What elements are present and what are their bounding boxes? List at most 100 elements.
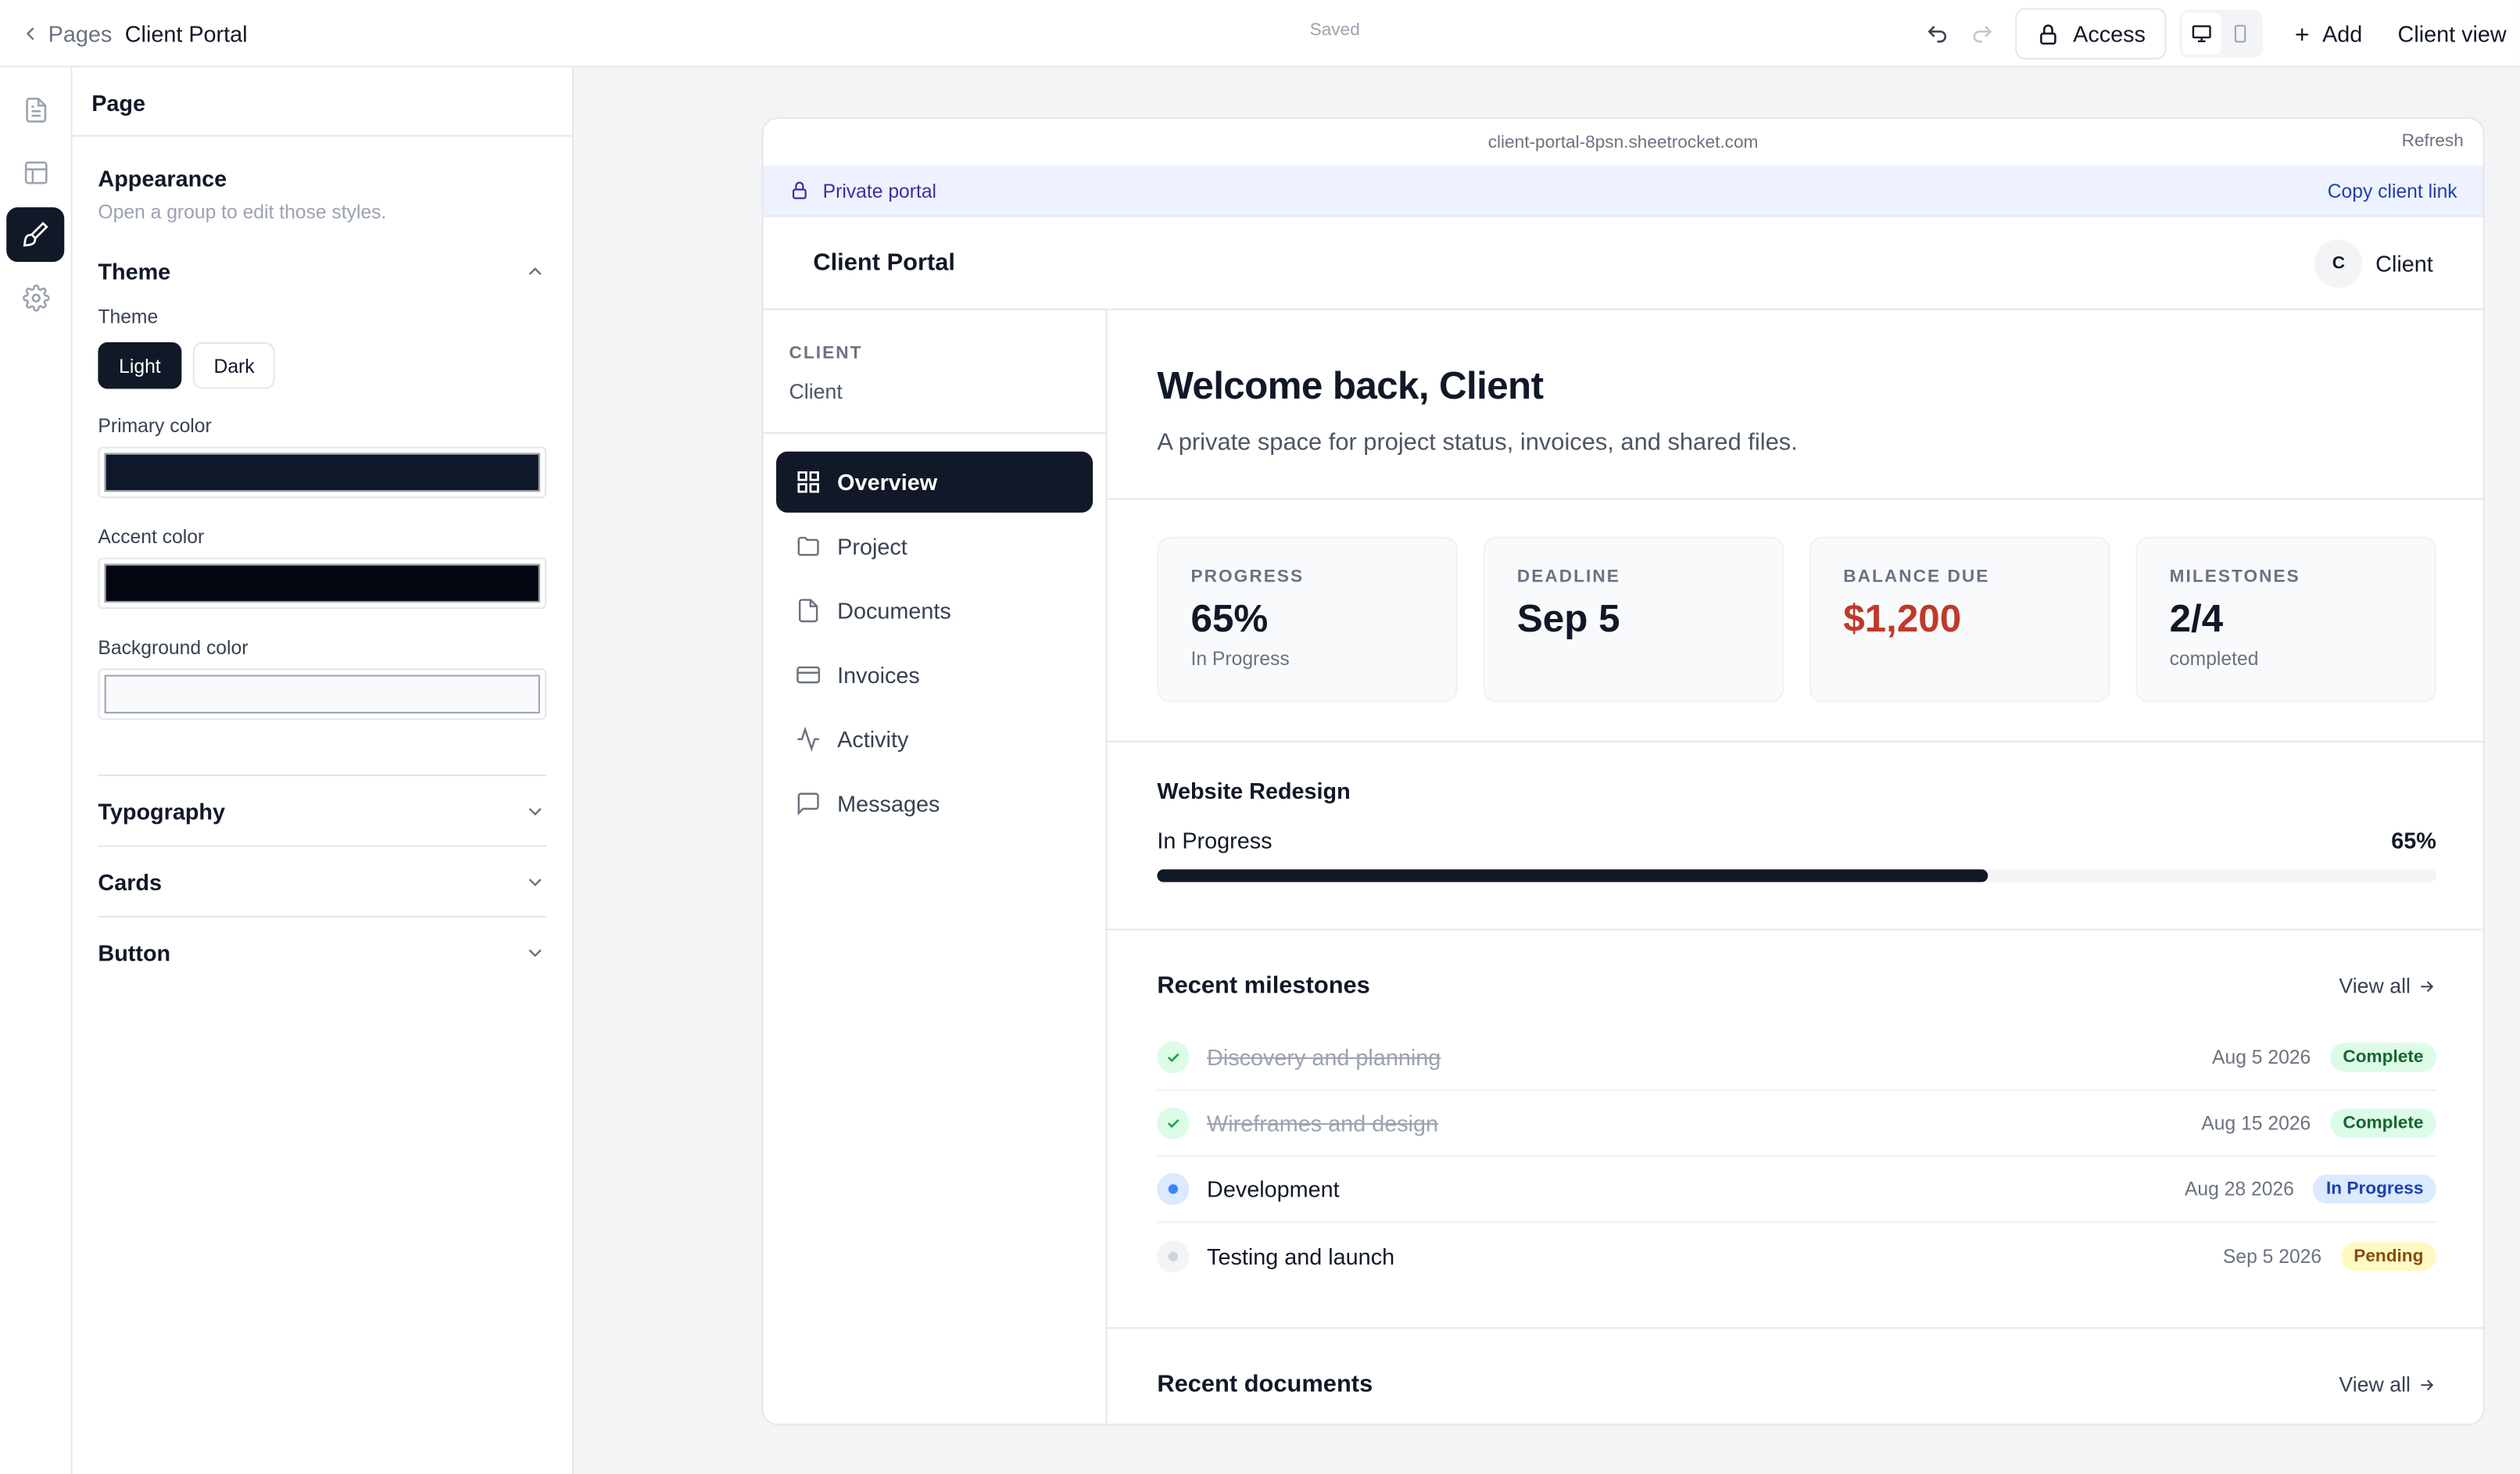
- view-all-label: View all: [2339, 1372, 2411, 1397]
- nav-item-messages[interactable]: Messages: [776, 773, 1093, 834]
- stat-label: BALANCE DUE: [1843, 567, 1990, 587]
- breadcrumb-current: Client Portal: [124, 20, 248, 46]
- theme-dark-option[interactable]: Dark: [192, 342, 276, 389]
- portal-header: Client Portal C Client: [763, 217, 2483, 310]
- gear-icon: [21, 284, 49, 311]
- avatar: C: [2314, 238, 2363, 287]
- undo-button[interactable]: [1916, 11, 1961, 56]
- plus-icon: [2296, 27, 2309, 40]
- monitor-icon: [2192, 25, 2211, 42]
- background-color-swatch: [104, 674, 540, 714]
- milestone-status-dot: [1157, 1107, 1190, 1139]
- panel-title: Page: [72, 67, 572, 137]
- breadcrumb-parent[interactable]: Pages: [48, 20, 113, 46]
- stat-card-deadline: DEADLINE Sep 5: [1483, 536, 1784, 703]
- stat-card-milestones: MILESTONES 2/4 completed: [2135, 536, 2436, 703]
- stat-label: PROGRESS: [1190, 567, 1305, 587]
- stat-card-progress: PROGRESS 65% In Progress: [1157, 536, 1458, 703]
- progress-bar: [1157, 869, 2436, 882]
- milestone-date: Sep 5 2026: [2222, 1244, 2322, 1268]
- button-group-header[interactable]: Button: [98, 915, 547, 986]
- accent-color-picker[interactable]: [98, 557, 547, 610]
- cards-group-header[interactable]: Cards: [98, 845, 547, 915]
- primary-color-label: Primary color: [98, 414, 212, 438]
- stats-row: PROGRESS 65% In Progress DEADLINE Sep 5 …: [1107, 499, 2483, 742]
- portal-sidebar: CLIENT Client Overview Project Documents: [763, 309, 1108, 1424]
- typography-group-header[interactable]: Typography: [98, 774, 547, 845]
- view-all-label: View all: [2339, 973, 2411, 998]
- milestones-view-all-link[interactable]: View all: [2339, 974, 2436, 998]
- rail-pages-button[interactable]: [6, 82, 64, 137]
- check-icon: [1167, 1053, 1179, 1062]
- client-context-label: CLIENT: [789, 343, 863, 363]
- documents-section: Recent documents View all: [1108, 1329, 2483, 1398]
- portal-main: Welcome back, Client A private space for…: [1107, 310, 2483, 1424]
- milestones-section: Recent milestones View all Discovery and…: [1107, 930, 2483, 1329]
- milestone-status-dot: [1157, 1172, 1190, 1205]
- chevron-up-icon: [528, 267, 542, 275]
- stat-label: MILESTONES: [2169, 567, 2300, 587]
- nav-item-overview[interactable]: Overview: [776, 451, 1094, 513]
- documents-view-all-link[interactable]: View all: [2339, 1372, 2436, 1397]
- theme-group-header[interactable]: Theme: [98, 259, 546, 284]
- milestone-status-dot: [1157, 1041, 1190, 1074]
- theme-light-option[interactable]: Light: [98, 342, 182, 389]
- rail-design-button[interactable]: [6, 207, 65, 263]
- preview-url: client-portal-8psn.sheetrocket.com: [1487, 132, 1759, 152]
- primary-color-swatch: [104, 453, 540, 492]
- project-progress-section: Website Redesign In Progress 65%: [1107, 742, 2483, 931]
- redo-icon: [1974, 24, 1993, 42]
- primary-color-picker[interactable]: [98, 446, 547, 499]
- welcome-section: Welcome back, Client A private space for…: [1107, 310, 2483, 500]
- nav-item-activity[interactable]: Activity: [776, 709, 1093, 770]
- access-button[interactable]: Access: [2015, 8, 2167, 60]
- nav-item-label: Project: [837, 533, 907, 560]
- file-text-icon: [25, 96, 46, 122]
- chevron-left-icon[interactable]: [20, 22, 42, 45]
- rail-data-button[interactable]: [6, 145, 64, 199]
- nav-item-label: Documents: [837, 597, 951, 624]
- preview-url-bar: client-portal-8psn.sheetrocket.com Refre…: [764, 119, 2483, 166]
- nav-item-project[interactable]: Project: [776, 516, 1093, 577]
- milestone-name: Discovery and planning: [1207, 1044, 1441, 1071]
- breadcrumb: Pages Client Portal: [20, 20, 248, 46]
- nav-item-label: Invoices: [837, 662, 920, 688]
- activity-icon: [797, 726, 819, 752]
- project-name: Website Redesign: [1157, 778, 1351, 803]
- typography-group-title: Typography: [98, 797, 226, 824]
- undo-icon: [1928, 24, 1947, 42]
- arrow-right-icon: [2421, 980, 2434, 992]
- user-menu[interactable]: C Client: [2314, 238, 2433, 287]
- settings-panel: Page Appearance Open a group to edit tho…: [72, 67, 574, 1474]
- rail-settings-button[interactable]: [6, 270, 64, 324]
- redo-button[interactable]: [1960, 11, 2006, 56]
- milestone-row: Discovery and planning Aug 5 2026 Complete: [1157, 1025, 2436, 1092]
- stat-sub: In Progress: [1190, 647, 1290, 671]
- milestone-name: Development: [1207, 1175, 1340, 1202]
- background-color-picker[interactable]: [98, 668, 547, 721]
- nav-item-invoices[interactable]: Invoices: [776, 644, 1093, 705]
- copy-client-link-button[interactable]: Copy client link: [2328, 179, 2457, 202]
- progress-bar-fill: [1157, 869, 1989, 882]
- add-button[interactable]: Add: [2292, 21, 2362, 47]
- stat-label: DEADLINE: [1516, 567, 1620, 587]
- welcome-title: Welcome back, Client: [1157, 364, 1544, 409]
- milestone-row: Development Aug 28 2026 In Progress: [1157, 1157, 2436, 1223]
- refresh-button[interactable]: Refresh: [2402, 132, 2464, 152]
- nav-item-documents[interactable]: Documents: [776, 580, 1093, 641]
- mobile-view-button[interactable]: [2221, 13, 2260, 54]
- milestone-row: Wireframes and design Aug 15 2026 Complete: [1157, 1091, 2436, 1157]
- message-square-icon: [797, 792, 819, 816]
- client-view-button[interactable]: Client view: [2398, 21, 2520, 47]
- status-badge: Pending: [2340, 1241, 2436, 1271]
- private-portal-banner: Private portal Copy client link: [763, 165, 2483, 217]
- milestone-name: Testing and launch: [1207, 1243, 1395, 1269]
- accent-color-label: Accent color: [98, 525, 205, 549]
- stat-value: $1,200: [1843, 597, 1962, 642]
- top-bar: Pages Client Portal Saved Access Add Cli…: [0, 0, 2520, 68]
- appearance-title: Appearance: [98, 165, 227, 191]
- background-color-label: Background color: [98, 636, 249, 659]
- desktop-view-button[interactable]: [2182, 13, 2221, 55]
- left-rail: [0, 67, 73, 1474]
- file-icon: [798, 599, 818, 623]
